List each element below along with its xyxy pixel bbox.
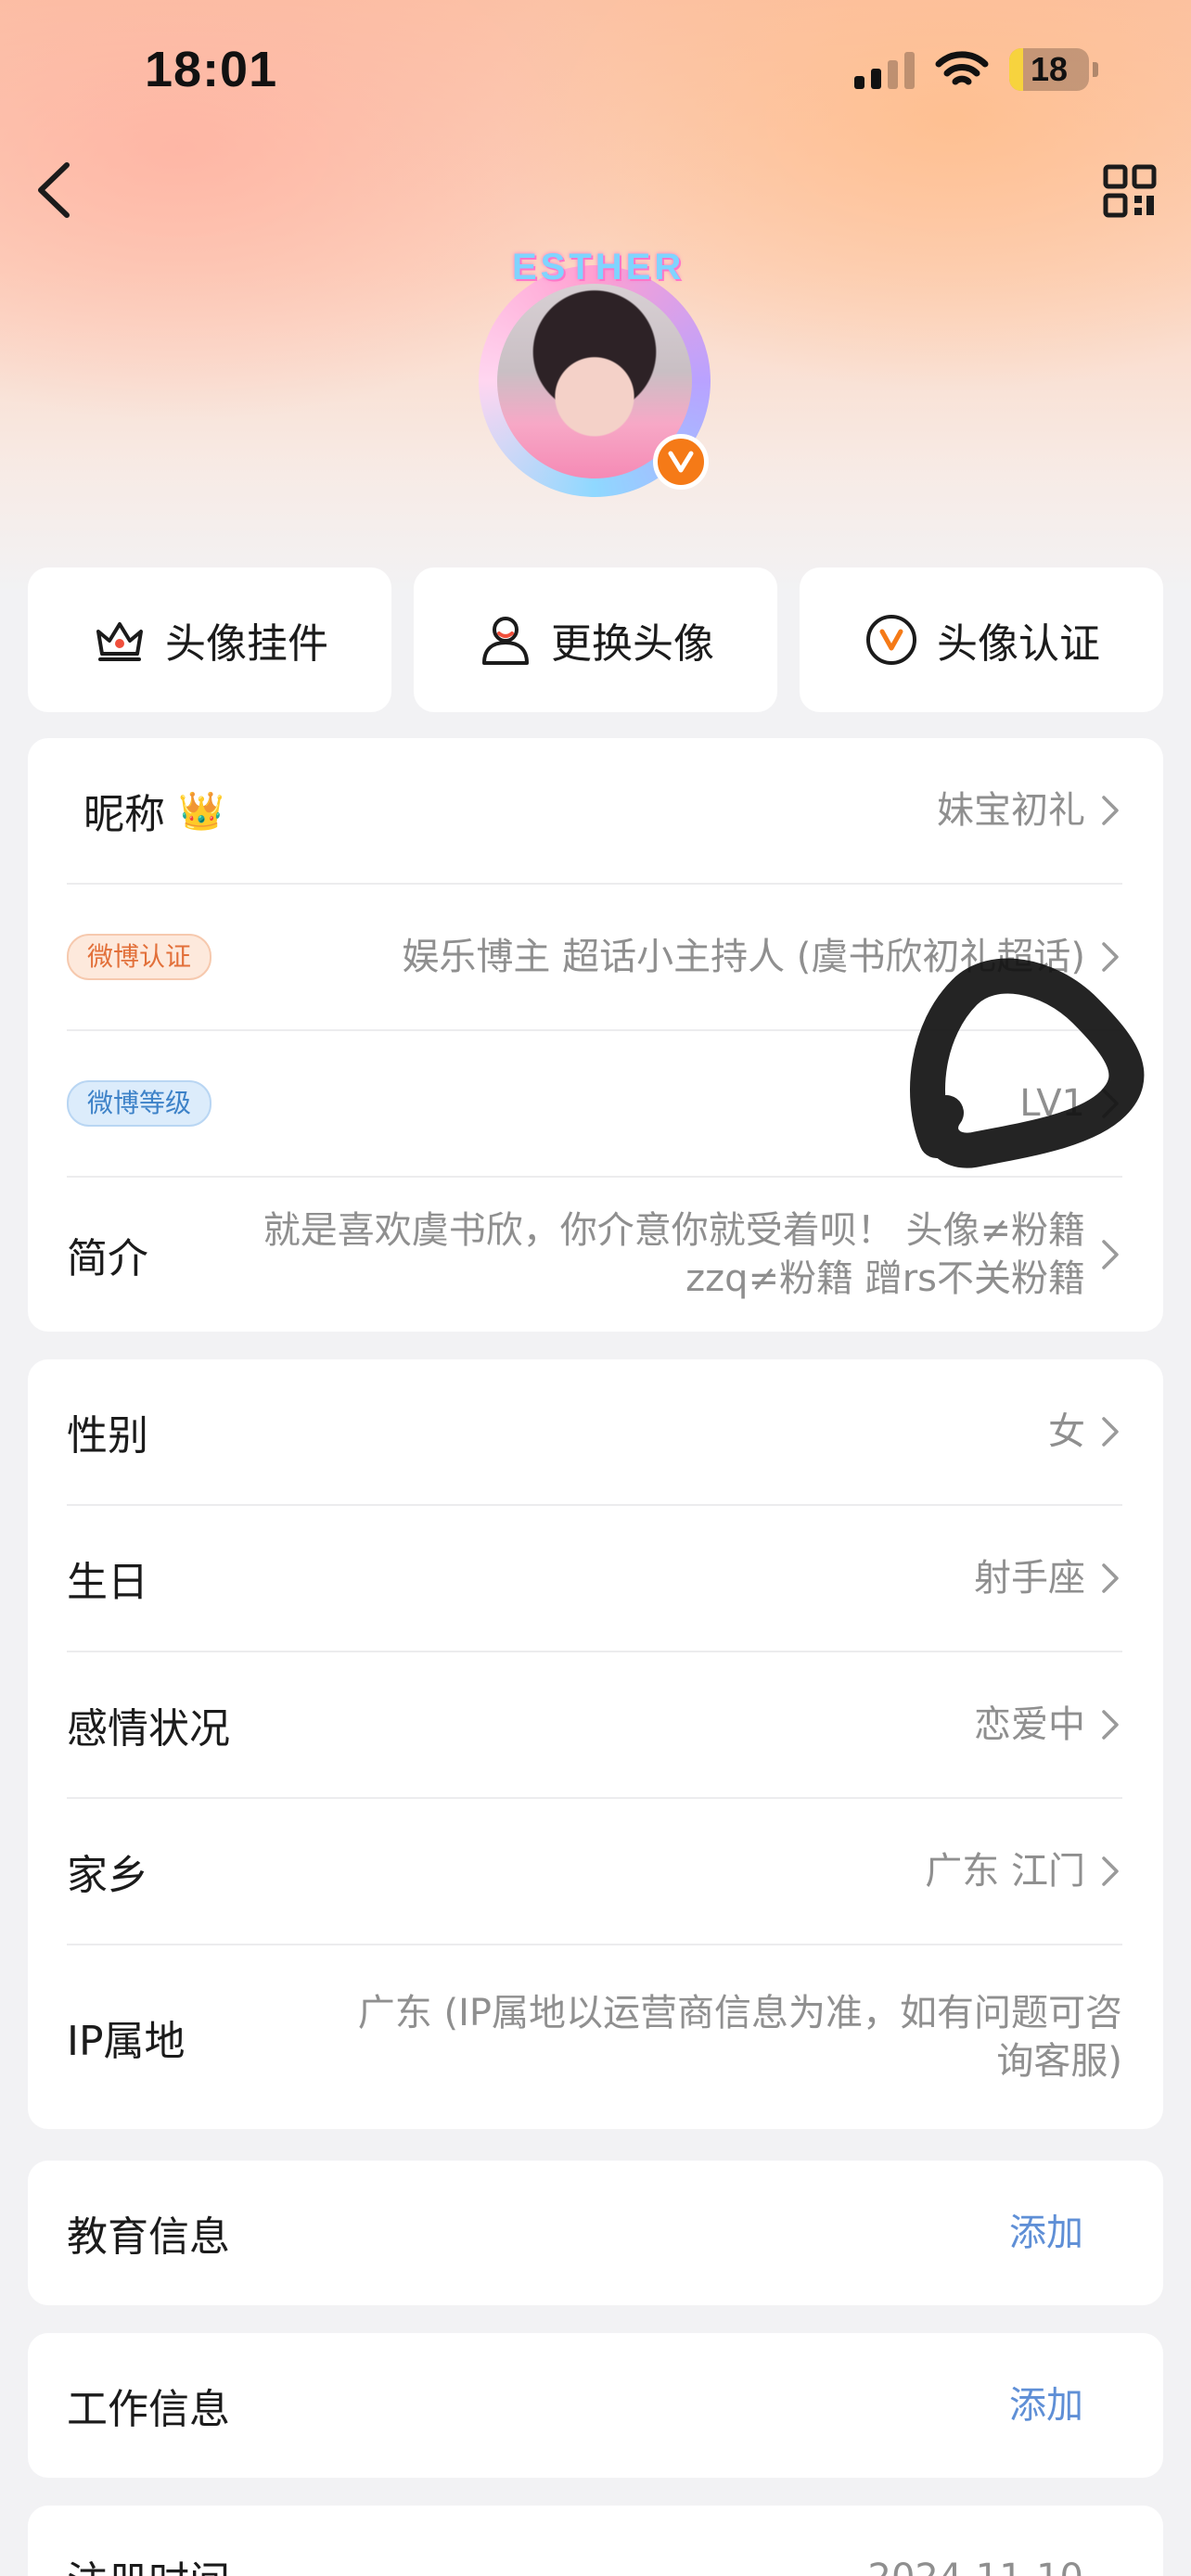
gender-row[interactable]: 性别 女 [67,1359,1122,1506]
battery-cap [1093,62,1098,77]
chevron-right-icon [1102,1240,1119,1269]
relationship-label: 感情状况 [67,1705,230,1753]
verified-v-icon [653,434,709,490]
status-indicators: 18 [854,46,1098,93]
education-card: 教育信息 添加 [28,2161,1163,2305]
ip-label: IP属地 [67,2018,186,2065]
register-value: 2024-11-10 [868,2554,1122,2576]
education-label: 教育信息 [67,2213,230,2261]
hometown-value: 广东 江门 [925,1850,1085,1893]
work-row: 工作信息 添加 [67,2333,1122,2478]
register-row: 注册时间 2024-11-10 [67,2506,1122,2576]
nickname-label: 昵称 [83,791,165,838]
chevron-right-icon [1102,1563,1119,1593]
register-card: 注册时间 2024-11-10 [28,2506,1163,2576]
nickname-row[interactable]: 昵称 👑 妹宝初礼 [67,738,1122,885]
avatar[interactable]: ESTHER [479,247,714,497]
bio-label: 简介 [67,1235,148,1282]
bio-value: 就是喜欢虞书欣，你介意你就受着呗！ 头像≠粉籍 zzq≠粉籍 蹭rs不关粉籍 [263,1209,1085,1300]
wifi-icon [935,51,989,85]
education-row: 教育信息 添加 [67,2161,1122,2305]
nickname-value: 妹宝初礼 [937,789,1085,832]
battery-level: 18 [1030,50,1069,88]
work-add-button[interactable]: 添加 [1009,2381,1122,2429]
weibo-level-tag: 微博等级 [67,1080,212,1127]
level-value: LV1 [1019,1082,1085,1125]
pendant-crown-icon [96,622,143,661]
weibo-verify-tag: 微博认证 [67,934,212,980]
chevron-right-icon [1102,1089,1119,1118]
avatar-frame-text: ESTHER [512,247,685,287]
chevron-left-icon [38,162,70,218]
ip-value: 广东 (IP属地以运营商信息为准，如有问题可咨询客服) [357,1992,1122,2083]
verification-row[interactable]: 微博认证 娱乐博主 超话小主持人 (虞书欣初礼超话) [67,885,1122,1031]
register-label: 注册时间 [67,2548,230,2576]
crown-icon: 👑 [178,789,224,833]
bio-row[interactable]: 简介 就是喜欢虞书欣，你介意你就受着呗！ 头像≠粉籍 zzq≠粉籍 蹭rs不关粉… [67,1178,1122,1332]
profile-card: 昵称 👑 妹宝初礼 微博认证 娱乐博主 超话小主持人 (虞书欣初礼超话) 微博等… [28,738,1163,1332]
verification-value: 娱乐博主 超话小主持人 (虞书欣初礼超话) [402,936,1085,978]
battery-icon: 18 [1009,48,1089,91]
person-icon [482,617,529,665]
change-avatar-button[interactable]: 更换头像 [414,567,777,712]
avatar-actions: 头像挂件 更换头像 头像认证 [28,567,1163,712]
avatar-verify-label: 头像认证 [937,620,1100,668]
avatar-pendant-button[interactable]: 头像挂件 [28,567,391,712]
avatar-pendant-label: 头像挂件 [165,620,328,668]
chevron-right-icon [1102,1710,1119,1740]
birthday-row[interactable]: 生日 射手座 [67,1506,1122,1652]
avatar-verify-button[interactable]: 头像认证 [800,567,1163,712]
status-time: 18:01 [145,42,278,97]
battery-fill [1009,48,1024,91]
work-label: 工作信息 [67,2386,230,2433]
verified-v-icon [866,615,916,665]
qr-code-button[interactable] [1102,163,1158,219]
chevron-right-icon [1102,1856,1119,1886]
relationship-row[interactable]: 感情状况 恋爱中 [67,1652,1122,1799]
ip-location-row: IP属地 广东 (IP属地以运营商信息为准，如有问题可咨询客服) [67,1945,1122,2129]
hometown-label: 家乡 [67,1852,148,1899]
qr-code-icon [1103,164,1157,218]
birthday-value: 射手座 [974,1557,1085,1600]
chevron-right-icon [1102,942,1119,972]
relationship-value: 恋爱中 [974,1703,1085,1746]
gender-label: 性别 [67,1412,148,1460]
chevron-right-icon [1102,796,1119,825]
birthday-label: 生日 [67,1559,148,1606]
chevron-right-icon [1102,1417,1119,1447]
details-card: 性别 女 生日 射手座 感情状况 恋爱中 家乡 广东 江门 IP属地 广东 (I… [28,1359,1163,2129]
hometown-row[interactable]: 家乡 广东 江门 [67,1799,1122,1945]
change-avatar-label: 更换头像 [551,620,714,668]
education-add-button[interactable]: 添加 [1009,2209,1122,2257]
gender-value: 女 [1048,1410,1085,1453]
back-button[interactable] [26,158,82,223]
work-card: 工作信息 添加 [28,2333,1163,2478]
cellular-signal-icon [854,50,915,89]
level-row[interactable]: 微博等级 LV1 [67,1031,1122,1178]
